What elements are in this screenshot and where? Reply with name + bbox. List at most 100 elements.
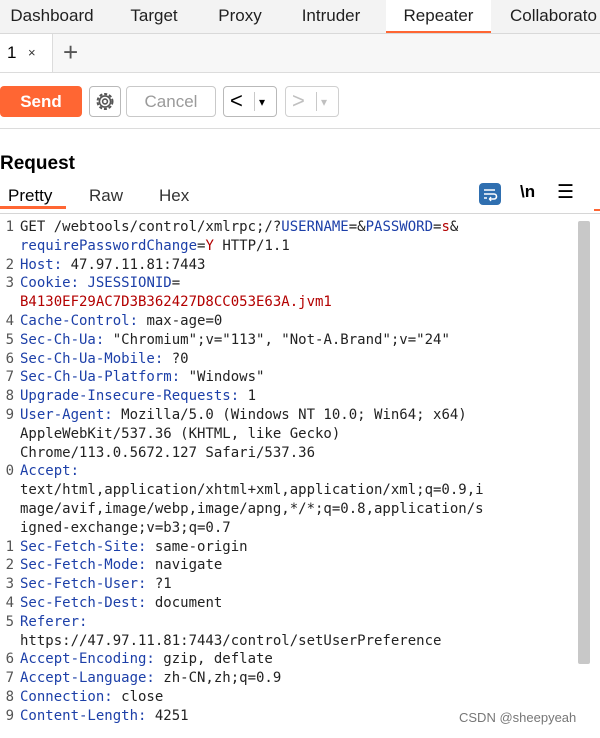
repeater-tab-1[interactable]: 1 × bbox=[0, 34, 53, 72]
code-line: Sec-Ch-Ua-Mobile: ?0 bbox=[20, 351, 189, 367]
line-number: 6 bbox=[5, 651, 14, 668]
tab-hex[interactable]: Hex bbox=[159, 184, 189, 208]
editor-scrollbar[interactable] bbox=[578, 221, 590, 664]
code-line: Connection: close bbox=[20, 689, 163, 705]
header-name: JSESSIONID bbox=[87, 275, 172, 292]
code-text: & bbox=[449, 219, 459, 235]
gear-icon[interactable] bbox=[89, 86, 121, 117]
code-line: Sec-Fetch-Mode: navigate bbox=[20, 557, 222, 573]
line-number: 2 bbox=[5, 256, 14, 273]
tab-pretty[interactable]: Pretty bbox=[8, 184, 52, 208]
header-name: Sec-Ch-Ua: bbox=[20, 331, 105, 348]
code-line: requirePasswordChange=Y HTTP/1.1 bbox=[20, 238, 290, 254]
code-line: Chrome/113.0.5672.127 Safari/537.36 bbox=[20, 445, 315, 461]
line-number: 0 bbox=[5, 463, 14, 480]
tab-proxy[interactable]: Proxy bbox=[204, 0, 276, 31]
tab-intruder[interactable]: Intruder bbox=[276, 0, 386, 31]
code-text: Chrome/113.0.5672.127 Safari/537.36 bbox=[20, 444, 316, 461]
code-text: document bbox=[146, 595, 223, 611]
tab-collaborator[interactable]: Collaborato bbox=[491, 0, 600, 31]
line-number: 4 bbox=[5, 595, 14, 611]
top-navigation: Dashboard Target Proxy Intruder Repeater… bbox=[0, 0, 600, 34]
header-name: Cache-Control: bbox=[20, 313, 139, 329]
code-text: = bbox=[171, 275, 181, 292]
code-text: =& bbox=[348, 219, 366, 235]
line-number: 5 bbox=[5, 613, 14, 630]
tab-repeater[interactable]: Repeater bbox=[386, 0, 491, 33]
code-line: Sec-Ch-Ua-Platform: "Windows" bbox=[20, 369, 264, 385]
wrap-lines-icon[interactable] bbox=[479, 183, 501, 205]
menu-icon[interactable]: ☰ bbox=[557, 181, 574, 204]
line-number: 7 bbox=[5, 670, 14, 687]
line-number: 8 bbox=[5, 388, 14, 405]
code-text: ?0 bbox=[163, 350, 189, 367]
header-name: Sec-Fetch-Mode: bbox=[20, 557, 147, 574]
code-line: Sec-Ch-Ua: "Chromium";v="113", "Not-A.Br… bbox=[20, 332, 450, 348]
header-name: PASSWORD bbox=[365, 219, 434, 235]
code-text: HTTP/1.1 bbox=[213, 237, 290, 254]
code-line: text/html,application/xhtml+xml,applicat… bbox=[20, 482, 484, 498]
code-text: GET /webtools/control/xmlrpc;/? bbox=[20, 219, 282, 235]
newline-icon[interactable]: \n bbox=[520, 182, 535, 202]
line-number: 3 bbox=[5, 576, 14, 593]
chevron-down-icon[interactable]: ▾ bbox=[259, 88, 265, 116]
header-name: Sec-Ch-Ua-Mobile: bbox=[20, 350, 164, 367]
line-number: 9 bbox=[5, 707, 14, 724]
tab-target[interactable]: Target bbox=[104, 0, 204, 31]
line-number: 1 bbox=[5, 538, 14, 555]
panel-divider-marker bbox=[594, 209, 600, 211]
active-tab-indicator bbox=[0, 206, 66, 209]
divider bbox=[254, 92, 255, 111]
line-number: 2 bbox=[5, 557, 14, 574]
repeater-subtabs: 1 × + bbox=[0, 34, 600, 73]
code-line: Accept-Language: zh-CN,zh;q=0.9 bbox=[20, 670, 281, 686]
header-name: Upgrade-Insecure-Requests: bbox=[20, 388, 240, 405]
code-line: GET /webtools/control/xmlrpc;/?USERNAME=… bbox=[20, 219, 458, 235]
code-text: gzip, deflate bbox=[154, 651, 273, 668]
close-icon[interactable]: × bbox=[28, 45, 36, 60]
code-text: "Chromium";v="113", "Not-A.Brand";v="24" bbox=[104, 331, 450, 348]
code-line: igned-exchange;v=b3;q=0.7 bbox=[20, 520, 231, 536]
line-number: 8 bbox=[5, 689, 14, 705]
code-text: Mozilla/5.0 (Windows NT 10.0; Win64; x64… bbox=[112, 407, 467, 423]
code-text: 1 bbox=[239, 388, 257, 405]
repeater-tab-number: 1 bbox=[7, 43, 17, 62]
header-name: Referer: bbox=[20, 613, 88, 630]
send-button[interactable]: Send bbox=[0, 86, 82, 117]
code-text: close bbox=[112, 689, 164, 705]
header-name: Sec-Fetch-Dest: bbox=[20, 595, 147, 611]
header-name: Content-Length: bbox=[20, 707, 147, 724]
code-line: Accept: bbox=[20, 463, 79, 479]
line-number: 5 bbox=[5, 331, 14, 348]
code-text: zh-CN,zh;q=0.9 bbox=[154, 670, 282, 687]
header-name: User-Agent: bbox=[20, 407, 113, 423]
line-number: 7 bbox=[5, 369, 14, 386]
tab-raw[interactable]: Raw bbox=[89, 184, 123, 208]
code-text: "Windows" bbox=[180, 369, 265, 386]
code-line: Upgrade-Insecure-Requests: 1 bbox=[20, 388, 256, 404]
forward-button[interactable]: > ▾ bbox=[285, 86, 339, 117]
code-text: mage/avif,image/webp,image/apng,*/*;q=0.… bbox=[20, 501, 484, 517]
code-line: Cache-Control: max-age=0 bbox=[20, 313, 222, 329]
divider bbox=[316, 92, 317, 111]
header-name: Sec-Fetch-Site: bbox=[20, 538, 147, 555]
code-text: text/html,application/xhtml+xml,applicat… bbox=[20, 482, 484, 499]
tab-dashboard[interactable]: Dashboard bbox=[0, 0, 104, 31]
request-editor[interactable]: 1 GET /webtools/control/xmlrpc;/?USERNAME… bbox=[0, 213, 600, 738]
add-tab-icon[interactable]: + bbox=[63, 38, 78, 66]
watermark: CSDN @sheepyeah bbox=[459, 710, 577, 725]
chevron-right-icon: > bbox=[292, 88, 305, 113]
cancel-button[interactable]: Cancel bbox=[126, 86, 216, 117]
header-name: Cookie: bbox=[20, 275, 80, 292]
line-number: 3 bbox=[5, 275, 14, 292]
code-line: Sec-Fetch-Dest: document bbox=[20, 595, 222, 611]
code-text: max-age=0 bbox=[138, 313, 223, 329]
code-text: same-origin bbox=[146, 538, 248, 555]
code-line: Sec-Fetch-Site: same-origin bbox=[20, 539, 248, 555]
code-line: AppleWebKit/537.36 (KHTML, like Gecko) bbox=[20, 426, 340, 442]
back-button[interactable]: < ▾ bbox=[223, 86, 277, 117]
code-line: https://47.97.11.81:7443/control/setUser… bbox=[20, 633, 441, 649]
code-line: Cookie: JSESSIONID= bbox=[20, 275, 180, 291]
chevron-down-icon[interactable]: ▾ bbox=[321, 88, 327, 116]
request-title: Request bbox=[0, 153, 75, 174]
